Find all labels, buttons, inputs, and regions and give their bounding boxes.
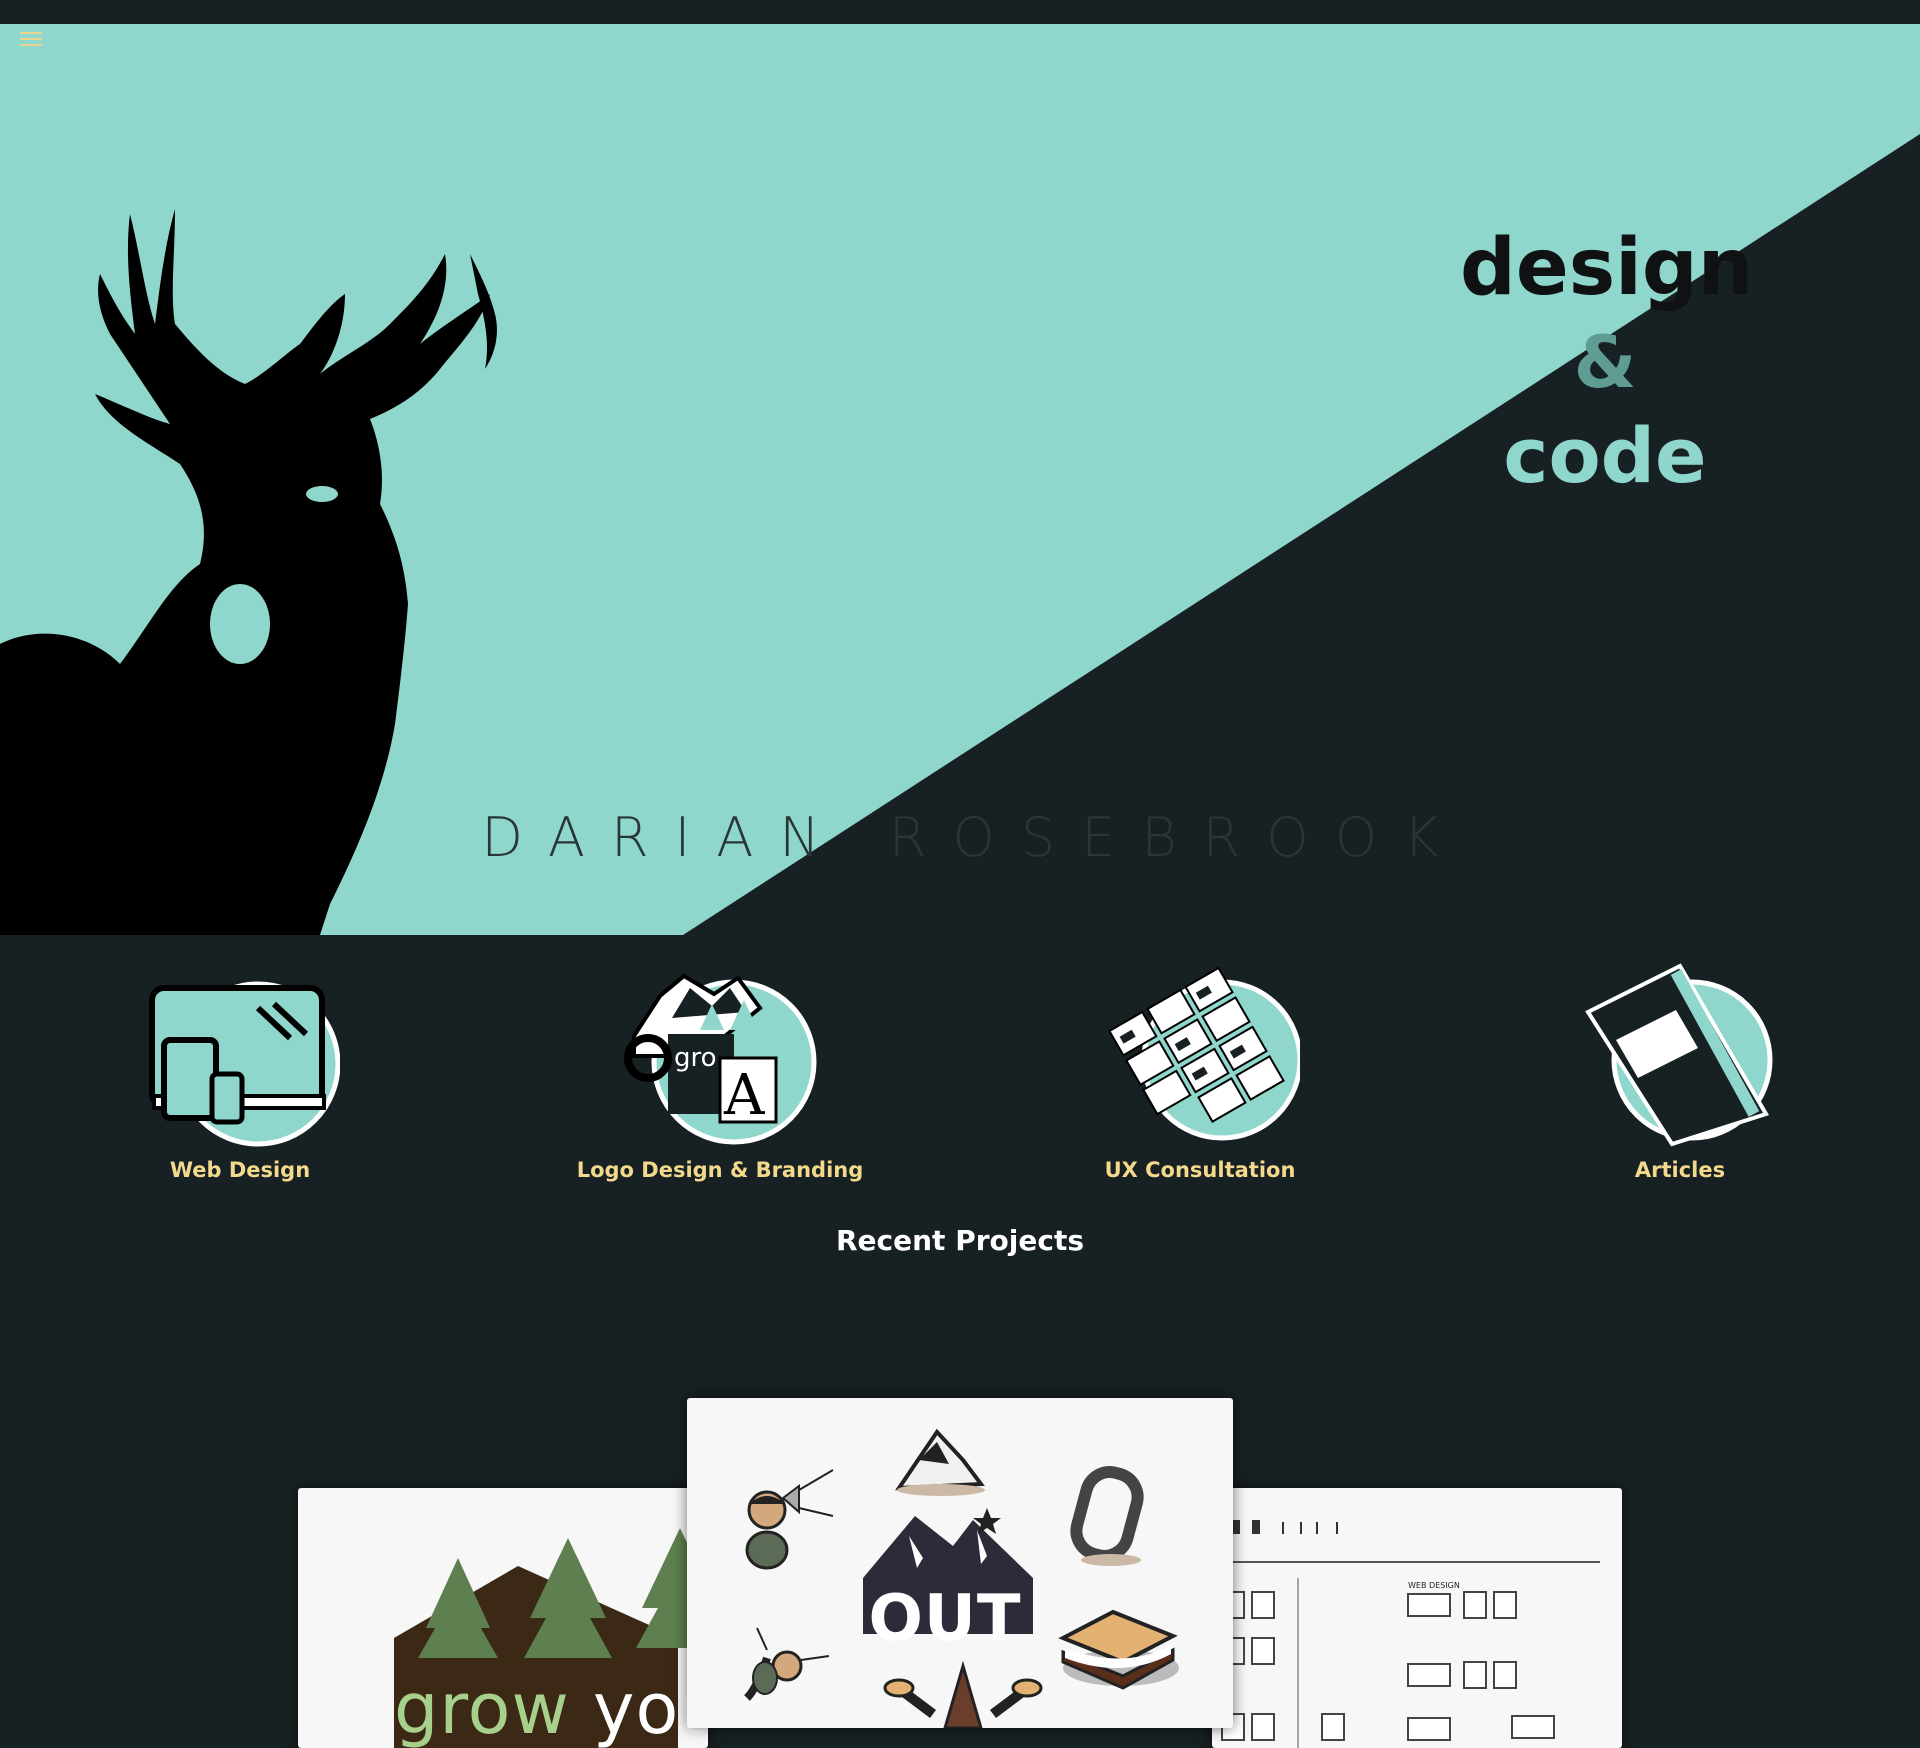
svg-text:gro: gro (674, 1043, 717, 1073)
service-label: UX Consultation (1104, 1158, 1296, 1182)
carabiner-icon (1070, 1466, 1144, 1566)
service-label: Logo Design & Branding (576, 1158, 864, 1182)
out-logo-text: OUT (868, 1582, 1022, 1656)
tagline-ampersand: & (1573, 320, 1637, 404)
service-ux-consultation[interactable]: UX Consultation (960, 948, 1440, 1182)
tagline-code: code (1503, 411, 1707, 500)
devices-icon (149, 981, 340, 1147)
project-card-outdoors[interactable]: OUT (687, 1398, 1233, 1728)
wireframes-icon (1108, 966, 1300, 1141)
sitemap-image: WEB DESIGN (1212, 1520, 1600, 1748)
smores-icon (1058, 1609, 1179, 1690)
project-card-sitemap[interactable]: WEB DESIGN (1212, 1488, 1622, 1748)
brand-word: grow you (394, 1668, 708, 1748)
owner-name: DARIAN ROSEBROOK (481, 806, 1465, 869)
recent-projects-heading: Recent Projects (835, 1224, 1084, 1257)
sitemap-section-label: WEB DESIGN (1408, 1581, 1460, 1590)
svg-text:A: A (723, 1063, 765, 1128)
tagline: design & code (1460, 220, 1754, 504)
service-label: Articles (1634, 1158, 1726, 1182)
top-bar (0, 0, 1920, 24)
service-articles[interactable]: Articles (1440, 948, 1920, 1182)
notebook-icon (1585, 963, 1773, 1147)
tagline-design: design (1460, 223, 1754, 313)
service-label: Web Design (169, 1158, 311, 1182)
project-card-grow-your[interactable]: grow you (298, 1488, 708, 1748)
recent-projects-carousel: grow you WEB DESIGN (0, 1390, 1920, 1748)
services-section: Web Design gro A Logo Design & Branding (0, 948, 1920, 1208)
service-logo-design[interactable]: gro A Logo Design & Branding (480, 948, 960, 1182)
outdoors-illustration-image (744, 1428, 1179, 1728)
person-icon (745, 1469, 834, 1570)
mountain-icon (895, 1428, 985, 1496)
service-web-design[interactable]: Web Design (0, 948, 480, 1182)
branding-icon: gro A (624, 973, 817, 1145)
climber-icon (744, 1627, 830, 1701)
hamburger-menu-icon[interactable] (18, 28, 48, 54)
hero-banner: design & code DARIAN ROSEBROOK (0, 24, 1920, 935)
canoe-icon (883, 1660, 1043, 1728)
